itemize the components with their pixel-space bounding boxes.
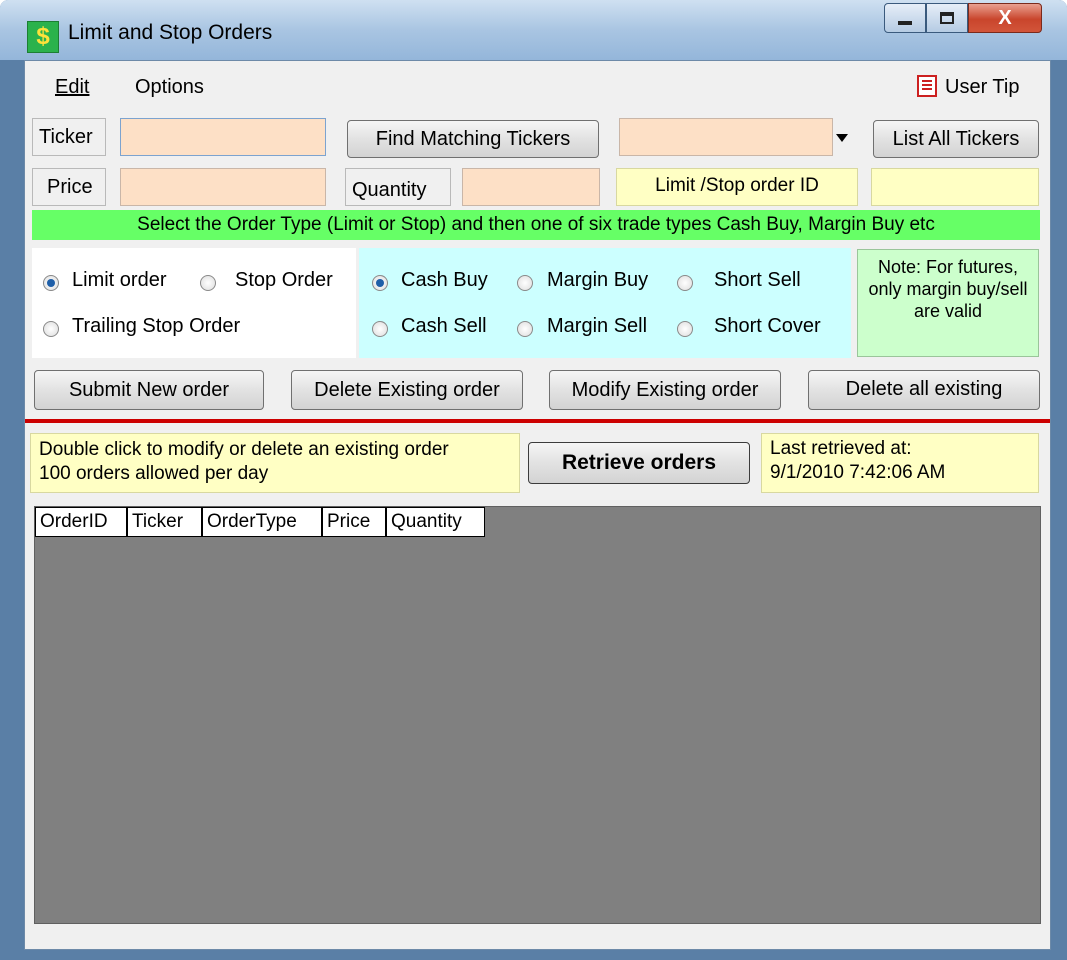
- order-type-panel: Limit order Stop Order Trailing Stop Ord…: [32, 248, 356, 358]
- ticker-label: Ticker: [32, 118, 106, 156]
- short-cover-label[interactable]: Short Cover: [714, 315, 821, 338]
- info-line-2: 100 orders allowed per day: [39, 463, 269, 484]
- close-icon: X: [998, 7, 1012, 29]
- column-header-quantity[interactable]: Quantity: [386, 507, 485, 537]
- modify-existing-order-button[interactable]: Modify Existing order: [549, 370, 781, 410]
- short-sell-radio[interactable]: [677, 275, 693, 291]
- column-header-ordertype[interactable]: OrderType: [202, 507, 322, 537]
- trailing-stop-radio[interactable]: [43, 321, 59, 337]
- info-line-1: Double click to modify or delete an exis…: [39, 439, 449, 460]
- menu-options[interactable]: Options: [135, 76, 204, 99]
- short-sell-label[interactable]: Short Sell: [714, 269, 801, 292]
- quantity-label: Quantity: [345, 168, 451, 206]
- minimize-button[interactable]: [884, 3, 926, 33]
- margin-buy-label[interactable]: Margin Buy: [547, 269, 648, 292]
- minimize-icon: [898, 21, 912, 25]
- trailing-stop-label[interactable]: Trailing Stop Order: [72, 315, 240, 338]
- dollar-icon: $: [27, 21, 59, 53]
- application-window: $ Limit and Stop Orders X Edit Options U…: [0, 0, 1067, 960]
- cash-sell-label[interactable]: Cash Sell: [401, 315, 487, 338]
- chevron-down-icon[interactable]: [836, 134, 848, 142]
- last-retrieved-time: 9/1/2010 7:42:06 AM: [770, 462, 946, 483]
- price-input[interactable]: [120, 168, 326, 206]
- submit-new-order-button[interactable]: Submit New order: [34, 370, 264, 410]
- order-id-label: Limit /Stop order ID: [616, 168, 858, 206]
- find-matching-tickers-button[interactable]: Find Matching Tickers: [347, 120, 599, 158]
- price-label: Price: [32, 168, 106, 206]
- menu-edit[interactable]: Edit: [55, 76, 89, 99]
- ticker-combo[interactable]: [619, 118, 833, 156]
- futures-note: Note: For futures, only margin buy/sell …: [857, 249, 1039, 357]
- column-header-orderid[interactable]: OrderID: [35, 507, 127, 537]
- limit-order-label[interactable]: Limit order: [72, 269, 166, 292]
- delete-all-existing-button[interactable]: Delete all existing: [808, 370, 1040, 410]
- instruction-banner: Select the Order Type (Limit or Stop) an…: [32, 210, 1040, 240]
- orders-grid[interactable]: OrderID Ticker OrderType Price Quantity: [34, 506, 1041, 924]
- column-header-price[interactable]: Price: [322, 507, 386, 537]
- title-bar[interactable]: $ Limit and Stop Orders X: [0, 0, 1067, 60]
- client-area: Edit Options User Tip Ticker Find Matchi…: [24, 60, 1051, 950]
- window-title: Limit and Stop Orders: [68, 21, 273, 44]
- cash-buy-radio[interactable]: [372, 275, 388, 291]
- stop-order-label[interactable]: Stop Order: [235, 269, 333, 292]
- maximize-icon: [940, 12, 954, 24]
- quantity-input[interactable]: [462, 168, 600, 206]
- ticker-input[interactable]: [120, 118, 326, 156]
- margin-sell-radio[interactable]: [517, 321, 533, 337]
- retrieved-panel: Last retrieved at: 9/1/2010 7:42:06 AM: [761, 433, 1039, 493]
- separator-line: [25, 419, 1050, 423]
- info-panel: Double click to modify or delete an exis…: [30, 433, 520, 493]
- order-id-input[interactable]: [871, 168, 1039, 206]
- limit-order-radio[interactable]: [43, 275, 59, 291]
- menu-user-tip[interactable]: User Tip: [945, 76, 1019, 99]
- trade-type-panel: Cash Buy Margin Buy Short Sell Cash Sell…: [359, 248, 851, 358]
- list-all-tickers-button[interactable]: List All Tickers: [873, 120, 1039, 158]
- margin-buy-radio[interactable]: [517, 275, 533, 291]
- column-header-ticker[interactable]: Ticker: [127, 507, 202, 537]
- user-tip-icon[interactable]: [917, 75, 937, 97]
- delete-existing-order-button[interactable]: Delete Existing order: [291, 370, 523, 410]
- margin-sell-label[interactable]: Margin Sell: [547, 315, 647, 338]
- cash-sell-radio[interactable]: [372, 321, 388, 337]
- last-retrieved-label: Last retrieved at:: [770, 438, 912, 459]
- close-button[interactable]: X: [968, 3, 1042, 33]
- short-cover-radio[interactable]: [677, 321, 693, 337]
- cash-buy-label[interactable]: Cash Buy: [401, 269, 488, 292]
- stop-order-radio[interactable]: [200, 275, 216, 291]
- maximize-button[interactable]: [926, 3, 968, 33]
- retrieve-orders-button[interactable]: Retrieve orders: [528, 442, 750, 484]
